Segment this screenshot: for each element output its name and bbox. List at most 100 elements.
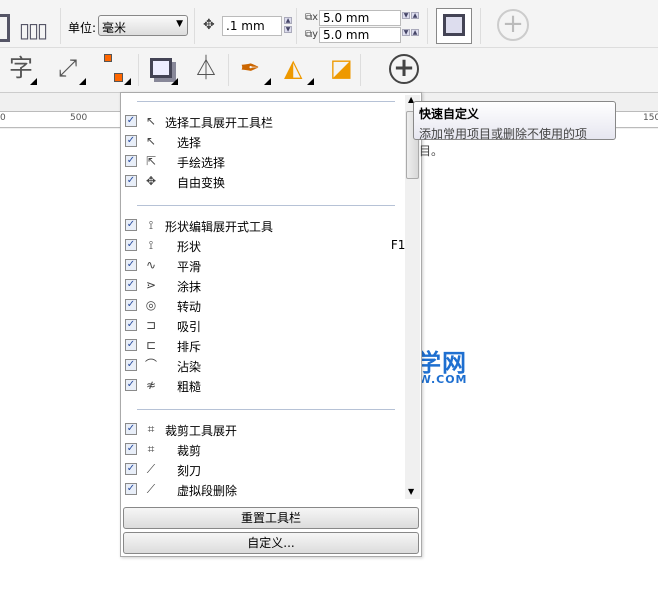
drop-shadow-tool-icon[interactable]	[150, 58, 172, 78]
select-frame-icon	[443, 14, 465, 36]
item-label: 刻刀	[177, 464, 202, 478]
tooltip: 快速自定义 添加常用项目或删除不使用的项目。	[413, 101, 616, 158]
tool-list-item[interactable]: ✓ ⟟ 形状编辑展开式工具	[125, 216, 403, 234]
item-label: 裁剪工具展开	[165, 424, 238, 438]
twirl-icon: ◎	[145, 298, 157, 312]
crop-icon: ⌗	[147, 442, 155, 456]
checkbox[interactable]: ✓	[125, 339, 137, 351]
item-label: 吸引	[177, 320, 202, 334]
tool-list-item[interactable]: ✓ ↖ 选择工具展开工具栏	[125, 112, 403, 130]
virtual-segment-delete-icon: ⟋	[146, 482, 156, 496]
nudge-input[interactable]: .1 mm	[222, 16, 282, 36]
dup-y-up[interactable]: ▲	[411, 29, 419, 36]
checkbox[interactable]: ✓	[125, 379, 137, 391]
tool-list-item[interactable]: ✓ ⊐ 吸引	[125, 316, 403, 334]
tool-list-item[interactable]: ✓ ≉ 粗糙	[125, 376, 403, 394]
checkbox[interactable]: ✓	[125, 463, 137, 475]
checkbox[interactable]: ✓	[125, 155, 137, 167]
add-tool-plus-icon[interactable]: +	[389, 54, 419, 84]
item-label: 手绘选择	[177, 156, 226, 170]
dup-x-up[interactable]: ▲	[411, 12, 419, 19]
tool-list-item[interactable]: ✓ ↖ 选择	[125, 132, 403, 150]
chevron-down-icon: ▼	[176, 19, 183, 29]
item-label: 排斥	[177, 340, 202, 354]
unit-select[interactable]: 毫米 ▼	[98, 15, 188, 36]
crop-tool-icon: ⌗	[147, 422, 155, 436]
checkbox[interactable]: ✓	[125, 135, 137, 147]
tool-list-item[interactable]: ✓ ⟋ 虚拟段删除	[125, 480, 403, 498]
duplicate-x-input[interactable]: 5.0 mm	[319, 10, 401, 26]
nudge-down[interactable]: ▼	[284, 26, 292, 33]
nudge-up[interactable]: ▲	[284, 17, 292, 24]
checkbox[interactable]: ✓	[125, 115, 137, 127]
customize-button[interactable]: 自定义...	[123, 532, 419, 554]
tool-list-item[interactable]: ✓ ⋗ 涂抹	[125, 276, 403, 294]
item-label: 选择	[177, 136, 202, 150]
scrollbar[interactable]: ▲ ▼	[405, 95, 420, 499]
checkbox[interactable]: ✓	[125, 279, 137, 291]
tooltip-title: 快速自定义	[419, 107, 480, 121]
tool-list-item[interactable]: ✓ ⌗ 裁剪工具展开	[125, 420, 403, 438]
roughen-icon: ≉	[145, 378, 157, 392]
ruler-tick-label: 0	[0, 113, 6, 123]
quick-customize-plus-icon[interactable]: +	[497, 9, 529, 41]
dup-x-down[interactable]: ▼	[402, 12, 410, 19]
checkbox[interactable]: ✓	[125, 319, 137, 331]
item-label: 选择工具展开工具栏	[165, 116, 274, 130]
checkbox[interactable]: ✓	[125, 359, 137, 371]
tool-list-item[interactable]: ✓ ∿ 平滑	[125, 256, 403, 274]
checkbox[interactable]: ✓	[125, 239, 137, 251]
smudge-icon: ⌒	[144, 358, 157, 372]
eyedropper-tool-icon[interactable]: ✒	[240, 54, 260, 82]
connector-node-icon	[114, 73, 123, 82]
duplicate-y-input[interactable]: 5.0 mm	[319, 27, 401, 43]
checkbox[interactable]: ✓	[125, 219, 137, 231]
scroll-down-icon[interactable]: ▼	[408, 487, 414, 496]
item-label: 裁剪	[177, 444, 202, 458]
shortcut-label: F10	[390, 238, 405, 252]
checkbox[interactable]: ✓	[125, 299, 137, 311]
unit-select-value: 毫米	[102, 21, 127, 35]
tool-list: ✓ ↖ 选择工具展开工具栏 ✓ ↖ 选择 ✓ ⇱ 手绘选择 ✓ ✥ 自由变换 ✓ ⟟ 形状编辑展开式工具 ✓ ⟟…	[121, 93, 405, 501]
checkbox[interactable]: ✓	[125, 443, 137, 455]
tool-list-item[interactable]: ✓ ⟟ 形状 F10	[125, 236, 405, 254]
item-label: 平滑	[177, 260, 202, 274]
item-label: 虚拟段删除	[177, 484, 238, 498]
interactive-fill-tool-icon[interactable]: ◭	[284, 54, 302, 82]
align-icon[interactable]	[0, 14, 10, 42]
dup-y-down[interactable]: ▼	[402, 29, 410, 36]
reset-toolbar-button[interactable]: 重置工具栏	[123, 507, 419, 529]
group-separator	[137, 101, 395, 102]
tool-list-item[interactable]: ✓ ◎ 转动	[125, 296, 403, 314]
smart-fill-tool-icon[interactable]: ◪	[330, 54, 353, 82]
tool-list-item[interactable]: ✓ ⌒ 沾染	[125, 356, 403, 374]
item-label: 转动	[177, 300, 202, 314]
property-bar: ▯▯▯ 单位: 毫米 ▼ ✥ .1 mm ▲ ▼ ⧉x ⧉y 5.0 mm 5.…	[0, 0, 658, 48]
shape-tool-icon: ⟟	[148, 218, 154, 232]
checkbox[interactable]: ✓	[125, 483, 137, 495]
checkbox[interactable]: ✓	[125, 259, 137, 271]
unit-label: 单位:	[68, 21, 97, 35]
tool-list-item[interactable]: ✓ ⟋ 刻刀	[125, 460, 403, 478]
tool-list-item[interactable]: ✓ ⇱ 手绘选择	[125, 152, 403, 170]
dup-x-icon: ⧉x	[305, 12, 319, 23]
checkbox[interactable]: ✓	[125, 423, 137, 435]
nudge-icon: ✥	[203, 17, 215, 33]
shape-icon: ⟟	[148, 238, 154, 252]
toolbox: 字 ⤢ ⏃ ✒ ◭ ◪ +	[0, 48, 658, 93]
connector-tool-icon[interactable]	[104, 54, 112, 62]
treat-as-filled-button[interactable]	[436, 8, 472, 44]
smear-icon: ⋗	[145, 278, 157, 292]
dimension-tool-icon[interactable]: ⤢	[58, 54, 77, 82]
checkbox[interactable]: ✓	[125, 175, 137, 187]
item-label: 沾染	[177, 360, 202, 374]
distribute-icon[interactable]: ▯▯▯	[19, 18, 49, 44]
pick-tool-icon: ↖	[145, 114, 157, 128]
tool-list-item[interactable]: ✓ ⌗ 裁剪	[125, 440, 403, 458]
pick-icon: ↖	[145, 134, 157, 148]
transparency-tool-icon[interactable]: ⏃	[194, 54, 218, 82]
tool-list-item[interactable]: ✓ ✥ 自由变换	[125, 172, 403, 190]
free-transform-icon: ✥	[145, 174, 157, 188]
tool-list-item[interactable]: ✓ ⊏ 排斥	[125, 336, 403, 354]
repel-icon: ⊏	[145, 338, 157, 352]
